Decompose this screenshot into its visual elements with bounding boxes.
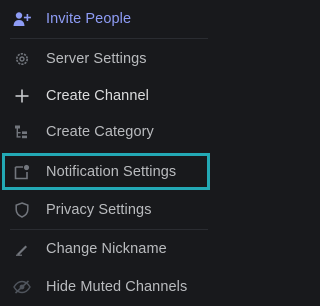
notification-bell-icon bbox=[12, 162, 32, 182]
server-context-menu: Invite People Server Settings Create Cha… bbox=[0, 0, 218, 306]
eye-slash-icon bbox=[12, 277, 32, 297]
invite-people-icon bbox=[12, 9, 32, 29]
menu-item-notification-settings[interactable]: Notification Settings bbox=[0, 153, 218, 191]
menu-item-label: Change Nickname bbox=[46, 241, 167, 257]
shield-icon bbox=[12, 200, 32, 220]
pencil-icon bbox=[12, 239, 32, 259]
menu-item-privacy-settings[interactable]: Privacy Settings bbox=[0, 191, 218, 229]
plus-icon bbox=[12, 86, 32, 106]
menu-item-label: Invite People bbox=[46, 11, 132, 27]
menu-item-create-channel[interactable]: Create Channel bbox=[0, 77, 218, 115]
menu-item-label: Hide Muted Channels bbox=[46, 279, 188, 295]
menu-item-label: Create Category bbox=[46, 124, 154, 140]
menu-divider bbox=[10, 38, 208, 39]
menu-item-invite-people[interactable]: Invite People bbox=[0, 0, 218, 38]
menu-item-server-settings[interactable]: Server Settings bbox=[0, 40, 218, 78]
menu-item-hide-muted-channels[interactable]: Hide Muted Channels bbox=[0, 268, 218, 306]
menu-item-label: Server Settings bbox=[46, 51, 147, 67]
menu-item-label: Notification Settings bbox=[46, 164, 177, 180]
menu-item-label: Privacy Settings bbox=[46, 202, 152, 218]
gear-icon bbox=[12, 49, 32, 69]
menu-item-label: Create Channel bbox=[46, 88, 149, 104]
create-category-icon bbox=[12, 122, 32, 142]
menu-item-change-nickname[interactable]: Change Nickname bbox=[0, 230, 218, 268]
menu-item-create-category[interactable]: Create Category bbox=[0, 113, 218, 151]
